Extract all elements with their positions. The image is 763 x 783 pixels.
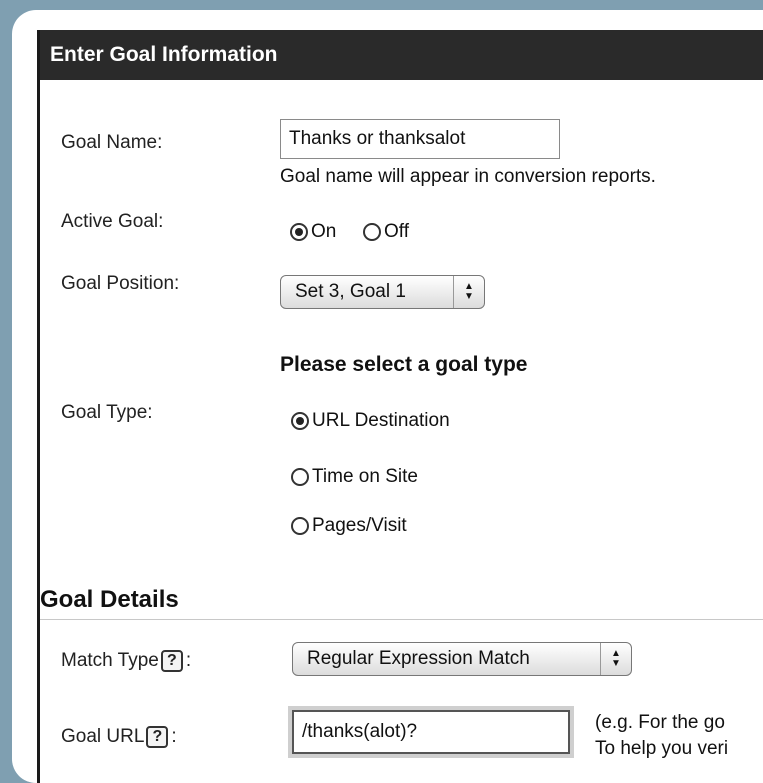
goal-position-select[interactable]: Set 3, Goal 1 ▲ ▼ bbox=[280, 275, 485, 309]
goal-type-time-on-site-label: Time on Site bbox=[312, 466, 418, 487]
goal-type-url-destination[interactable]: URL Destination bbox=[291, 410, 450, 432]
page-card: Enter Goal Information Goal Name: Thanks… bbox=[12, 10, 763, 783]
goal-position-label: Goal Position: bbox=[61, 273, 180, 294]
match-type-label-row: Match Type ? : bbox=[61, 650, 191, 672]
radio-unselected-icon[interactable] bbox=[291, 517, 309, 535]
goal-url-hint-line2: To help you veri bbox=[595, 738, 729, 759]
select-arrows-icon: ▲ ▼ bbox=[453, 276, 484, 308]
goal-type-heading: Please select a goal type bbox=[280, 353, 528, 376]
section-divider bbox=[40, 619, 763, 620]
goal-type-url-destination-label: URL Destination bbox=[312, 410, 450, 431]
active-goal-off-label: Off bbox=[384, 221, 409, 242]
radio-selected-icon[interactable] bbox=[290, 223, 308, 241]
goal-details-title: Goal Details bbox=[40, 586, 179, 613]
goal-name-input[interactable]: Thanks or thanksalot bbox=[280, 119, 560, 159]
active-goal-on-label: On bbox=[311, 221, 337, 242]
match-type-label: Match Type bbox=[61, 650, 159, 671]
goal-name-hint: Goal name will appear in conversion repo… bbox=[280, 166, 656, 187]
match-type-colon: : bbox=[185, 650, 192, 671]
help-icon[interactable]: ? bbox=[160, 650, 183, 672]
goal-position-value: Set 3, Goal 1 bbox=[295, 281, 406, 302]
goal-form-panel: Enter Goal Information Goal Name: Thanks… bbox=[37, 30, 763, 783]
goal-url-label: Goal URL bbox=[61, 726, 145, 747]
goal-url-input[interactable]: /thanks(alot)? bbox=[292, 710, 570, 754]
radio-unselected-icon[interactable] bbox=[363, 223, 381, 241]
active-goal-on[interactable]: On bbox=[290, 221, 336, 243]
match-type-value: Regular Expression Match bbox=[307, 648, 530, 669]
goal-type-time-on-site[interactable]: Time on Site bbox=[291, 466, 418, 488]
goal-type-pages-visit[interactable]: Pages/Visit bbox=[291, 515, 407, 537]
select-arrows-icon: ▲ ▼ bbox=[600, 643, 631, 675]
panel-title: Enter Goal Information bbox=[40, 30, 763, 80]
radio-selected-icon[interactable] bbox=[291, 412, 309, 430]
radio-unselected-icon[interactable] bbox=[291, 468, 309, 486]
goal-url-label-row: Goal URL ? : bbox=[61, 726, 177, 748]
match-type-select[interactable]: Regular Expression Match ▲ ▼ bbox=[292, 642, 632, 676]
goal-type-pages-visit-label: Pages/Visit bbox=[312, 515, 407, 536]
help-icon[interactable]: ? bbox=[146, 726, 169, 748]
goal-type-label: Goal Type: bbox=[61, 402, 153, 423]
active-goal-off[interactable]: Off bbox=[363, 221, 409, 243]
active-goal-label: Active Goal: bbox=[61, 211, 164, 232]
goal-name-label: Goal Name: bbox=[61, 132, 163, 153]
goal-url-colon: : bbox=[171, 726, 177, 747]
goal-url-hint-line1: (e.g. For the go bbox=[595, 712, 725, 733]
